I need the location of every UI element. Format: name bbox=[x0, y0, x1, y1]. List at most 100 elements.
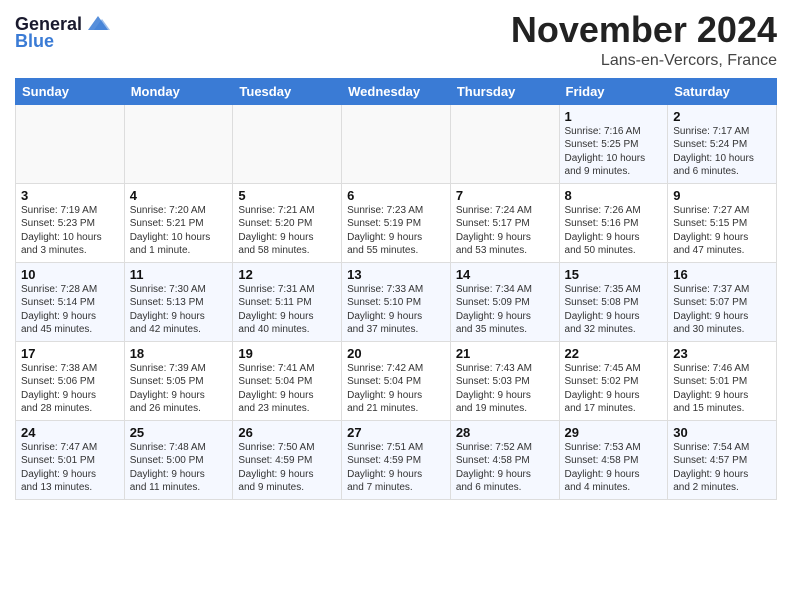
weekday-header-sunday: Sunday bbox=[16, 78, 125, 104]
cell-info: Sunset: 5:00 PM bbox=[130, 454, 228, 468]
cell-info: Sunrise: 7:46 AM bbox=[673, 362, 771, 376]
calendar-cell: 20Sunrise: 7:42 AMSunset: 5:04 PMDayligh… bbox=[342, 341, 451, 420]
cell-info: Sunset: 5:14 PM bbox=[21, 296, 119, 310]
cell-info: and 15 minutes. bbox=[673, 402, 771, 416]
cell-info: Sunset: 5:19 PM bbox=[347, 217, 445, 231]
cell-info: Daylight: 9 hours bbox=[673, 310, 771, 324]
cell-info: and 17 minutes. bbox=[565, 402, 663, 416]
page-container: General Blue November 2024 Lans-en-Verco… bbox=[0, 0, 792, 510]
cell-info: Sunrise: 7:50 AM bbox=[238, 441, 336, 455]
day-number: 7 bbox=[456, 188, 554, 203]
day-number: 14 bbox=[456, 267, 554, 282]
cell-info: Daylight: 9 hours bbox=[347, 231, 445, 245]
logo: General Blue bbox=[15, 14, 112, 52]
cell-info: Sunrise: 7:24 AM bbox=[456, 204, 554, 218]
week-row-4: 17Sunrise: 7:38 AMSunset: 5:06 PMDayligh… bbox=[16, 341, 777, 420]
cell-info: and 35 minutes. bbox=[456, 323, 554, 337]
cell-info: Daylight: 9 hours bbox=[456, 468, 554, 482]
day-number: 24 bbox=[21, 425, 119, 440]
cell-info: and 21 minutes. bbox=[347, 402, 445, 416]
cell-info: Sunset: 5:06 PM bbox=[21, 375, 119, 389]
weekday-header-friday: Friday bbox=[559, 78, 668, 104]
cell-info: Sunrise: 7:48 AM bbox=[130, 441, 228, 455]
day-number: 22 bbox=[565, 346, 663, 361]
cell-info: Sunset: 4:59 PM bbox=[238, 454, 336, 468]
weekday-header-tuesday: Tuesday bbox=[233, 78, 342, 104]
calendar-cell: 26Sunrise: 7:50 AMSunset: 4:59 PMDayligh… bbox=[233, 420, 342, 499]
week-row-3: 10Sunrise: 7:28 AMSunset: 5:14 PMDayligh… bbox=[16, 262, 777, 341]
cell-info: Daylight: 9 hours bbox=[21, 468, 119, 482]
cell-info: and 55 minutes. bbox=[347, 244, 445, 258]
cell-info: Sunrise: 7:51 AM bbox=[347, 441, 445, 455]
weekday-header-thursday: Thursday bbox=[450, 78, 559, 104]
cell-info: and 9 minutes. bbox=[238, 481, 336, 495]
cell-info: Sunset: 5:09 PM bbox=[456, 296, 554, 310]
cell-info: Sunset: 5:24 PM bbox=[673, 138, 771, 152]
cell-info: Sunrise: 7:33 AM bbox=[347, 283, 445, 297]
calendar-cell bbox=[124, 104, 233, 183]
logo-blue: Blue bbox=[15, 32, 54, 52]
cell-info: Sunrise: 7:53 AM bbox=[565, 441, 663, 455]
weekday-row: SundayMondayTuesdayWednesdayThursdayFrid… bbox=[16, 78, 777, 104]
calendar-cell: 28Sunrise: 7:52 AMSunset: 4:58 PMDayligh… bbox=[450, 420, 559, 499]
cell-info: Daylight: 9 hours bbox=[456, 310, 554, 324]
cell-info: and 9 minutes. bbox=[565, 165, 663, 179]
weekday-header-saturday: Saturday bbox=[668, 78, 777, 104]
day-number: 13 bbox=[347, 267, 445, 282]
calendar-cell: 23Sunrise: 7:46 AMSunset: 5:01 PMDayligh… bbox=[668, 341, 777, 420]
cell-info: Sunset: 5:05 PM bbox=[130, 375, 228, 389]
cell-info: and 2 minutes. bbox=[673, 481, 771, 495]
cell-info: Daylight: 9 hours bbox=[565, 310, 663, 324]
calendar-body: 1Sunrise: 7:16 AMSunset: 5:25 PMDaylight… bbox=[16, 104, 777, 499]
cell-info: and 3 minutes. bbox=[21, 244, 119, 258]
cell-info: and 4 minutes. bbox=[565, 481, 663, 495]
calendar-cell: 13Sunrise: 7:33 AMSunset: 5:10 PMDayligh… bbox=[342, 262, 451, 341]
cell-info: Sunset: 5:02 PM bbox=[565, 375, 663, 389]
cell-info: and 40 minutes. bbox=[238, 323, 336, 337]
month-title: November 2024 bbox=[511, 10, 777, 50]
cell-info: Sunset: 5:01 PM bbox=[21, 454, 119, 468]
cell-info: Daylight: 9 hours bbox=[130, 389, 228, 403]
day-number: 11 bbox=[130, 267, 228, 282]
calendar-cell bbox=[450, 104, 559, 183]
cell-info: and 6 minutes. bbox=[673, 165, 771, 179]
day-number: 29 bbox=[565, 425, 663, 440]
cell-info: Daylight: 9 hours bbox=[673, 468, 771, 482]
cell-info: Daylight: 9 hours bbox=[21, 389, 119, 403]
cell-info: Daylight: 10 hours bbox=[130, 231, 228, 245]
cell-info: Sunset: 5:03 PM bbox=[456, 375, 554, 389]
cell-info: Sunset: 5:16 PM bbox=[565, 217, 663, 231]
weekday-header-wednesday: Wednesday bbox=[342, 78, 451, 104]
calendar-cell bbox=[233, 104, 342, 183]
cell-info: Daylight: 9 hours bbox=[238, 389, 336, 403]
cell-info: Sunset: 4:58 PM bbox=[565, 454, 663, 468]
calendar-cell: 17Sunrise: 7:38 AMSunset: 5:06 PMDayligh… bbox=[16, 341, 125, 420]
calendar-cell: 27Sunrise: 7:51 AMSunset: 4:59 PMDayligh… bbox=[342, 420, 451, 499]
cell-info: Daylight: 9 hours bbox=[456, 389, 554, 403]
cell-info: Sunrise: 7:31 AM bbox=[238, 283, 336, 297]
calendar-cell: 14Sunrise: 7:34 AMSunset: 5:09 PMDayligh… bbox=[450, 262, 559, 341]
day-number: 6 bbox=[347, 188, 445, 203]
cell-info: Daylight: 9 hours bbox=[238, 310, 336, 324]
day-number: 9 bbox=[673, 188, 771, 203]
cell-info: Sunrise: 7:52 AM bbox=[456, 441, 554, 455]
cell-info: and 45 minutes. bbox=[21, 323, 119, 337]
cell-info: Daylight: 9 hours bbox=[130, 310, 228, 324]
day-number: 20 bbox=[347, 346, 445, 361]
cell-info: Sunset: 5:08 PM bbox=[565, 296, 663, 310]
cell-info: and 47 minutes. bbox=[673, 244, 771, 258]
cell-info: Daylight: 10 hours bbox=[21, 231, 119, 245]
calendar-cell: 25Sunrise: 7:48 AMSunset: 5:00 PMDayligh… bbox=[124, 420, 233, 499]
title-block: November 2024 Lans-en-Vercors, France bbox=[511, 10, 777, 70]
cell-info: and 19 minutes. bbox=[456, 402, 554, 416]
cell-info: Sunrise: 7:23 AM bbox=[347, 204, 445, 218]
cell-info: Sunset: 4:57 PM bbox=[673, 454, 771, 468]
cell-info: Daylight: 9 hours bbox=[347, 389, 445, 403]
calendar-cell: 1Sunrise: 7:16 AMSunset: 5:25 PMDaylight… bbox=[559, 104, 668, 183]
day-number: 23 bbox=[673, 346, 771, 361]
week-row-5: 24Sunrise: 7:47 AMSunset: 5:01 PMDayligh… bbox=[16, 420, 777, 499]
cell-info: and 6 minutes. bbox=[456, 481, 554, 495]
cell-info: Sunrise: 7:34 AM bbox=[456, 283, 554, 297]
week-row-1: 1Sunrise: 7:16 AMSunset: 5:25 PMDaylight… bbox=[16, 104, 777, 183]
day-number: 5 bbox=[238, 188, 336, 203]
